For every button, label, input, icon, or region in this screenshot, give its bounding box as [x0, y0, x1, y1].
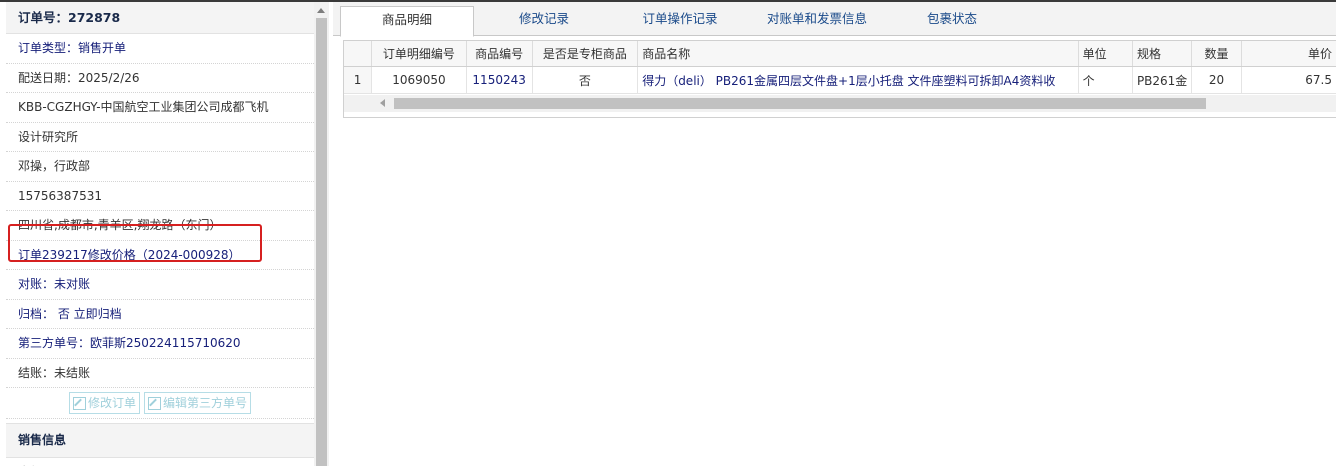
tab-bar: 商品明细 修改记录 订单操作记录 对账单和发票信息 包裹状态	[333, 2, 1336, 37]
sales-amount: 金额：1350.0000	[6, 458, 314, 466]
tab-statement-invoice[interactable]: 对账单和发票信息	[749, 6, 885, 34]
action-button-row: 修改订单 编辑第三方单号	[6, 388, 314, 419]
edit-order-label: 修改订单	[87, 396, 136, 410]
edit-third-party-label: 编辑第三方单号	[163, 396, 248, 410]
edit-icon	[148, 396, 161, 410]
header-rownum	[344, 41, 373, 67]
header-product-id[interactable]: 商品编号	[466, 41, 533, 67]
cell-price: 67.5	[1241, 66, 1336, 94]
tab-operation-records[interactable]: 订单操作记录	[613, 6, 747, 34]
third-party-order-number: 第三方单号：欧菲斯250224115710620	[6, 329, 314, 359]
cell-product-name[interactable]: 得力（deli） PB261金属四层文件盘+1层小托盘 文件座塑料可拆卸A4资料…	[637, 66, 1079, 94]
header-spec[interactable]: 规格	[1132, 41, 1193, 67]
cell-detail-id: 1069050	[371, 66, 467, 94]
delivery-date: 配送日期：2025/2/26	[6, 64, 314, 93]
table-row[interactable]: 1 1069050 1150243 否 得力（deli） PB261金属四层文件…	[344, 66, 1336, 94]
edit-third-party-button[interactable]: 编辑第三方单号	[144, 392, 252, 414]
header-qty[interactable]: 数量	[1191, 41, 1242, 67]
horizontal-scroll-thumb[interactable]	[394, 98, 1206, 109]
order-number-header: 订单号：272878	[6, 2, 314, 34]
cell-spec: PB261金	[1132, 66, 1193, 94]
contact-phone: 15756387531	[6, 182, 314, 211]
header-counter[interactable]: 是否是专柜商品	[532, 41, 639, 67]
table-header-row: 订单明细编号 商品编号 是否是专柜商品 商品名称 单位 规格 数量 单价	[344, 41, 1336, 67]
cell-unit: 个	[1078, 66, 1133, 94]
row-number: 1	[344, 66, 373, 94]
sales-info-header: 销售信息	[6, 423, 314, 458]
tab-product-details[interactable]: 商品明细	[340, 6, 474, 37]
header-product-name[interactable]: 商品名称	[637, 41, 1079, 67]
scroll-up-icon[interactable]	[317, 8, 325, 13]
scroll-thumb[interactable]	[316, 18, 327, 466]
product-table: 订单明细编号 商品编号 是否是专柜商品 商品名称 单位 规格 数量 单价 1 1…	[344, 41, 1336, 94]
edit-order-button[interactable]: 修改订单	[68, 392, 140, 414]
tab-modify-records[interactable]: 修改记录	[483, 6, 605, 34]
highlight-box	[8, 224, 262, 262]
header-unit[interactable]: 单位	[1078, 41, 1133, 67]
edit-icon	[72, 396, 86, 410]
header-price[interactable]: 单价	[1241, 41, 1336, 67]
customer-name-line2: 设计研究所	[6, 123, 314, 152]
cell-qty: 20	[1191, 66, 1242, 94]
header-detail-id[interactable]: 订单明细编号	[371, 41, 467, 67]
detail-area: 商品明细 修改记录 订单操作记录 对账单和发票信息 包裹状态 订单明细编号 商品…	[333, 2, 1336, 466]
grid-horizontal-scrollbar[interactable]	[344, 95, 1336, 112]
product-grid: 订单明细编号 商品编号 是否是专柜商品 商品名称 单位 规格 数量 单价 1 1…	[343, 40, 1336, 118]
tab-package-status[interactable]: 包裹状态	[889, 6, 1015, 34]
left-panel-scrollbar[interactable]	[314, 2, 329, 466]
archive-status[interactable]: 归档： 否 立即归档	[6, 300, 314, 329]
contact-person: 邓操，行政部	[6, 152, 314, 182]
reconcile-status: 对账：未对账	[6, 270, 314, 300]
cell-product-id[interactable]: 1150243	[466, 66, 533, 94]
cell-counter: 否	[532, 66, 639, 94]
settle-status: 结账：未结账	[6, 359, 314, 388]
customer-name-line1: KBB-CGZHGY-中国航空工业集团公司成都飞机	[6, 93, 314, 123]
order-type: 订单类型：销售开单	[6, 34, 314, 64]
scroll-left-icon[interactable]	[380, 99, 385, 107]
